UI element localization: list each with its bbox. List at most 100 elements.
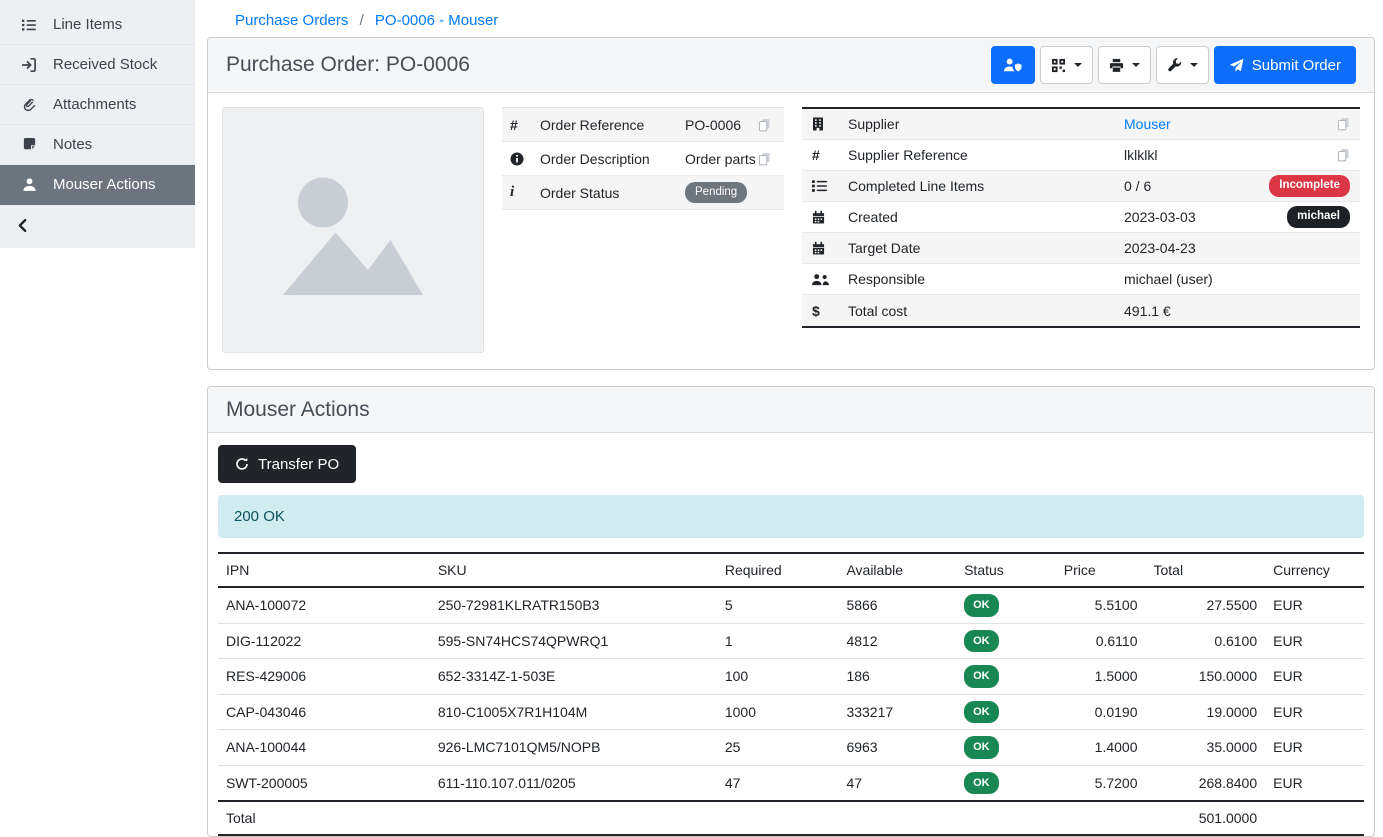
qrcode-icon [1051,58,1066,73]
copy-icon[interactable] [1337,117,1350,131]
sidebar-item-attachments[interactable]: Attachments [0,85,195,125]
sidebar-item-label: Attachments [53,96,136,113]
cell-status: OK [956,623,1056,659]
table-row: CAP-043046 810-C1005X7R1H104M 1000 33321… [218,694,1364,730]
detail-value: 2023-04-23 [1124,240,1240,256]
cell-status: OK [956,587,1056,623]
breadcrumb-link-purchase-orders[interactable]: Purchase Orders [235,12,348,29]
admin-user-button[interactable] [991,46,1035,84]
detail-row-responsible: Responsible michael (user) [802,264,1360,295]
mouser-actions-title: Mouser Actions [226,398,370,422]
order-info-table: # Order Reference PO-0006 Order Descript… [502,107,784,210]
cell-sku: 926-LMC7101QM5/NOPB [430,730,717,766]
dollar-icon: $ [812,303,848,319]
barcode-actions-dropdown[interactable] [1040,46,1093,84]
table-row: SWT-200005 611-110.107.011/0205 47 47 OK… [218,765,1364,801]
order-thumbnail[interactable] [222,107,484,353]
detail-label: Order Status [540,185,685,201]
paper-plane-icon [1229,58,1244,73]
detail-row-order-status: i Order Status Pending [502,176,784,210]
sidebar-collapse-button[interactable] [0,205,195,245]
info-icon: i [510,184,540,201]
table-row: DIG-112022 595-SN74HCS74QPWRQ1 1 4812 OK… [218,623,1364,659]
detail-row-completed-line-items: Completed Line Items 0 / 6 Incomplete [802,171,1360,202]
calendar-icon [812,210,848,224]
status-alert: 200 OK [218,495,1364,538]
cell-status: OK [956,765,1056,801]
hash-icon: # [510,117,540,133]
order-actions-dropdown[interactable] [1156,46,1209,84]
transfer-po-button[interactable]: Transfer PO [218,445,356,483]
transfer-po-label: Transfer PO [258,456,339,473]
cell-currency: EUR [1265,659,1364,695]
submit-order-button[interactable]: Submit Order [1214,46,1356,84]
cell-required: 47 [717,765,839,801]
page-title: Purchase Order: PO-0006 [226,53,470,77]
cell-required: 1 [717,623,839,659]
cell-currency: EUR [1265,694,1364,730]
copy-icon[interactable] [758,152,778,166]
detail-label: Total cost [848,303,1124,319]
purchase-order-panel-heading: Purchase Order: PO-0006 [208,38,1374,93]
sidebar-item-notes[interactable]: Notes [0,125,195,165]
header-actions: Submit Order [991,46,1356,84]
copy-icon[interactable] [1337,148,1350,162]
cell-sku: 250-72981KLRATR150B3 [430,587,717,623]
calendar-icon [812,241,848,255]
info-circle-icon [510,152,540,166]
cell-status: OK [956,694,1056,730]
sidebar-item-received-stock[interactable]: Received Stock [0,45,195,85]
user-badge: michael [1287,206,1350,227]
detail-row-target-date: Target Date 2023-04-23 [802,233,1360,264]
cell-currency: EUR [1265,765,1364,801]
status-badge: Pending [685,182,747,203]
header-available: Available [838,553,956,587]
detail-value: PO-0006 [685,117,758,133]
header-ipn: IPN [218,553,430,587]
header-total: Total [1146,553,1266,587]
detail-row-supplier: Supplier Mouser [802,109,1360,140]
cell-price: 5.5100 [1056,587,1146,623]
cell-available: 47 [838,765,956,801]
detail-label: Supplier [848,116,1124,132]
sidebar-item-label: Line Items [53,16,122,33]
cell-total: 150.0000 [1146,659,1266,695]
breadcrumb-link-current[interactable]: PO-0006 - Mouser [375,12,498,29]
cell-status: OK [956,730,1056,766]
copy-icon[interactable] [758,118,778,132]
cell-ipn: ANA-100072 [218,587,430,623]
detail-row-created: Created 2023-03-03 michael [802,202,1360,233]
detail-label: Supplier Reference [848,147,1124,163]
supplier-link[interactable]: Mouser [1124,116,1240,132]
building-icon [812,117,848,131]
print-actions-dropdown[interactable] [1098,46,1151,84]
cell-ipn: DIG-112022 [218,623,430,659]
detail-label: Responsible [848,271,1124,287]
list-check-icon [812,179,848,193]
detail-label: Completed Line Items [848,178,1124,194]
chevron-down-icon [1190,63,1198,67]
cell-required: 100 [717,659,839,695]
hash-icon: # [812,147,848,163]
footer-total-label: Total [218,801,430,835]
ok-badge: OK [964,736,999,759]
sidebar-item-label: Mouser Actions [53,176,156,193]
cell-ipn: SWT-200005 [218,765,430,801]
cell-sku: 810-C1005X7R1H104M [430,694,717,730]
table-header-row: IPN SKU Required Available Status Price … [218,553,1364,587]
cell-price: 5.7200 [1056,765,1146,801]
supplier-info-table: Supplier Mouser # Supplier Reference lkl… [802,107,1360,328]
cell-ipn: CAP-043046 [218,694,430,730]
sidebar-item-label: Notes [53,136,92,153]
note-icon [20,137,38,152]
ok-badge: OK [964,594,999,617]
chevron-down-icon [1132,63,1140,67]
table-footer-row: Total 501.0000 [218,801,1364,835]
cell-available: 333217 [838,694,956,730]
sidebar-item-line-items[interactable]: Line Items [0,5,195,45]
sidebar: Line Items Received Stock Attachments No… [0,0,195,248]
sidebar-item-label: Received Stock [53,56,157,73]
cell-price: 1.5000 [1056,659,1146,695]
sidebar-item-mouser-actions[interactable]: Mouser Actions [0,165,195,205]
cell-required: 1000 [717,694,839,730]
